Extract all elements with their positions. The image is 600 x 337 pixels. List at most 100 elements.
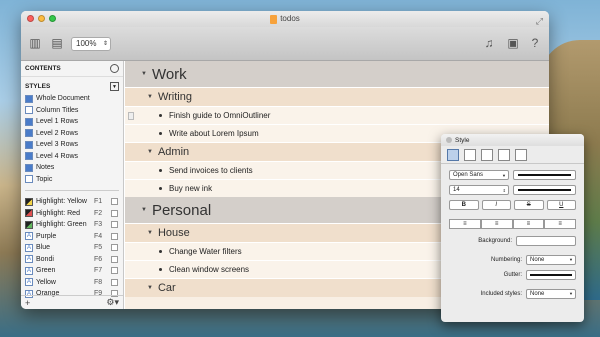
bullet-icon [159,114,162,117]
style-item-whole-document[interactable]: Whole Document [21,93,123,105]
bold-button[interactable]: B [449,200,479,210]
outline-row-finish-guide[interactable]: Finish guide to OmniOutliner [125,106,549,124]
add-style-button[interactable]: + [25,298,30,308]
highlight-icon [25,220,33,229]
row-handle[interactable] [128,111,134,120]
style-label: Level 2 Rows [36,129,79,137]
highlight-icon [25,209,33,218]
italic-button[interactable]: I [481,200,511,210]
tab-background[interactable] [515,148,527,161]
style-item-notes[interactable]: Notes [21,162,123,174]
numbering-value: None [530,256,545,263]
minimize-window-button[interactable] [38,15,45,22]
gear-icon[interactable]: ⚙▾ [106,297,119,308]
font-size-field[interactable]: 14 ⇕ [449,185,509,195]
disclosure-triangle-icon[interactable]: ▼ [141,207,147,213]
named-style-purple[interactable]: A Purple F4 [21,231,123,243]
microphone-icon[interactable]: ♫ [481,35,497,51]
style-label: Whole Document [36,95,90,103]
zoom-window-button[interactable] [49,15,56,22]
inspector-body: Open Sans ▼ 14 ⇕ B I S U ≡ ≡ ≡ ≡ Backgro… [441,164,584,309]
style-label: Level 4 Rows [36,152,79,160]
style-item-column-titles[interactable]: Column Titles [21,105,123,117]
disclosure-triangle-icon[interactable]: ▼ [147,230,153,236]
text-style-icon: A [25,278,33,287]
bullet-icon [159,187,162,190]
row-text[interactable]: Send invoices to clients [169,166,253,175]
gutter-line-well[interactable] [526,269,576,280]
named-style-highlight-green[interactable]: Highlight: Green F3 [21,219,123,231]
text-style-icon: A [25,243,33,252]
sidebar-toggle-icon[interactable]: ▥ [27,35,43,51]
document-icon [270,14,278,24]
numbering-label: Numbering: [490,256,522,263]
tab-rows[interactable] [481,148,493,161]
style-checkbox[interactable] [111,255,118,263]
style-list: Whole Document Column Titles Level 1 Row… [21,93,123,185]
align-justify-icon[interactable]: ≡ [544,219,576,229]
named-style-blue[interactable]: A Blue F5 [21,242,123,254]
window-title: todos [270,11,300,27]
row-text[interactable]: Buy new ink [169,184,212,193]
style-checkbox[interactable] [111,198,118,206]
style-item-level-4-rows[interactable]: Level 4 Rows [21,151,123,163]
help-icon[interactable]: ? [527,35,543,51]
row-text[interactable]: Write about Lorem Ipsum [169,129,259,138]
inspector-icon[interactable]: ▣ [505,35,521,51]
shortcut-key: F7 [94,267,103,275]
disclosure-triangle-icon[interactable]: ▼ [147,285,153,291]
text-color-well[interactable] [513,170,576,180]
align-left-icon[interactable]: ≡ [449,219,481,229]
underline-button[interactable]: U [546,200,576,210]
style-icon [25,106,33,115]
style-checkbox[interactable] [111,232,118,240]
outline-row-writing[interactable]: ▼ Writing [125,87,549,106]
document-settings-icon[interactable]: ▤ [49,35,65,51]
align-right-icon[interactable]: ≡ [512,219,545,229]
row-text: Personal [151,201,212,219]
row-text[interactable]: Change Water filters [169,247,242,256]
tab-columns[interactable] [464,148,476,161]
disclosure-triangle-icon[interactable]: ▼ [147,94,153,100]
font-family-select[interactable]: Open Sans ▼ [449,170,509,180]
styles-header: STYLES ▼ [21,79,123,93]
background-color-well[interactable] [516,235,576,246]
named-style-highlight-yellow[interactable]: Highlight: Yellow F1 [21,196,123,208]
tab-style[interactable] [447,148,459,161]
style-item-level-1-rows[interactable]: Level 1 Rows [21,116,123,128]
outline-row-work[interactable]: ▼ Work [125,61,549,87]
close-inspector-button[interactable] [446,137,452,143]
styles-menu-button[interactable]: ▼ [110,81,119,91]
style-item-topic[interactable]: Topic [21,174,123,186]
close-window-button[interactable] [27,15,34,22]
bullet-icon [159,132,162,135]
zoom-select[interactable]: 100% ⇕ [71,37,111,51]
tab-document[interactable] [498,148,510,161]
search-icon[interactable]: s [110,64,119,73]
title-bar: todos ⤢ [21,11,549,27]
style-item-level-3-rows[interactable]: Level 3 Rows [21,139,123,151]
style-checkbox[interactable] [111,278,118,286]
row-text[interactable]: Clean window screens [169,265,249,274]
named-style-highlight-red[interactable]: Highlight: Red F2 [21,208,123,220]
style-checkbox[interactable] [111,209,118,217]
named-style-green[interactable]: A Green F7 [21,265,123,277]
style-checkbox[interactable] [111,221,118,229]
row-text[interactable]: Finish guide to OmniOutliner [169,111,270,120]
disclosure-triangle-icon[interactable]: ▼ [147,149,153,155]
styles-label: STYLES [25,82,51,90]
named-style-bondi[interactable]: A Bondi F6 [21,254,123,266]
font-row: Open Sans ▼ [449,170,576,181]
style-checkbox[interactable] [111,267,118,275]
disclosure-triangle-icon[interactable]: ▼ [141,71,147,77]
style-item-level-2-rows[interactable]: Level 2 Rows [21,128,123,140]
named-style-yellow[interactable]: A Yellow F8 [21,277,123,289]
align-center-icon[interactable]: ≡ [480,219,513,229]
toolbar: ▥ ▤ 100% ⇕ ♫ ▣ ? [21,27,549,61]
strikethrough-button[interactable]: S [514,200,544,210]
style-checkbox[interactable] [111,244,118,252]
text-color-well-secondary[interactable] [513,185,576,195]
included-styles-select[interactable]: None ▼ [526,288,576,299]
text-style-icon: A [25,266,33,275]
numbering-select[interactable]: None ▼ [526,254,576,265]
